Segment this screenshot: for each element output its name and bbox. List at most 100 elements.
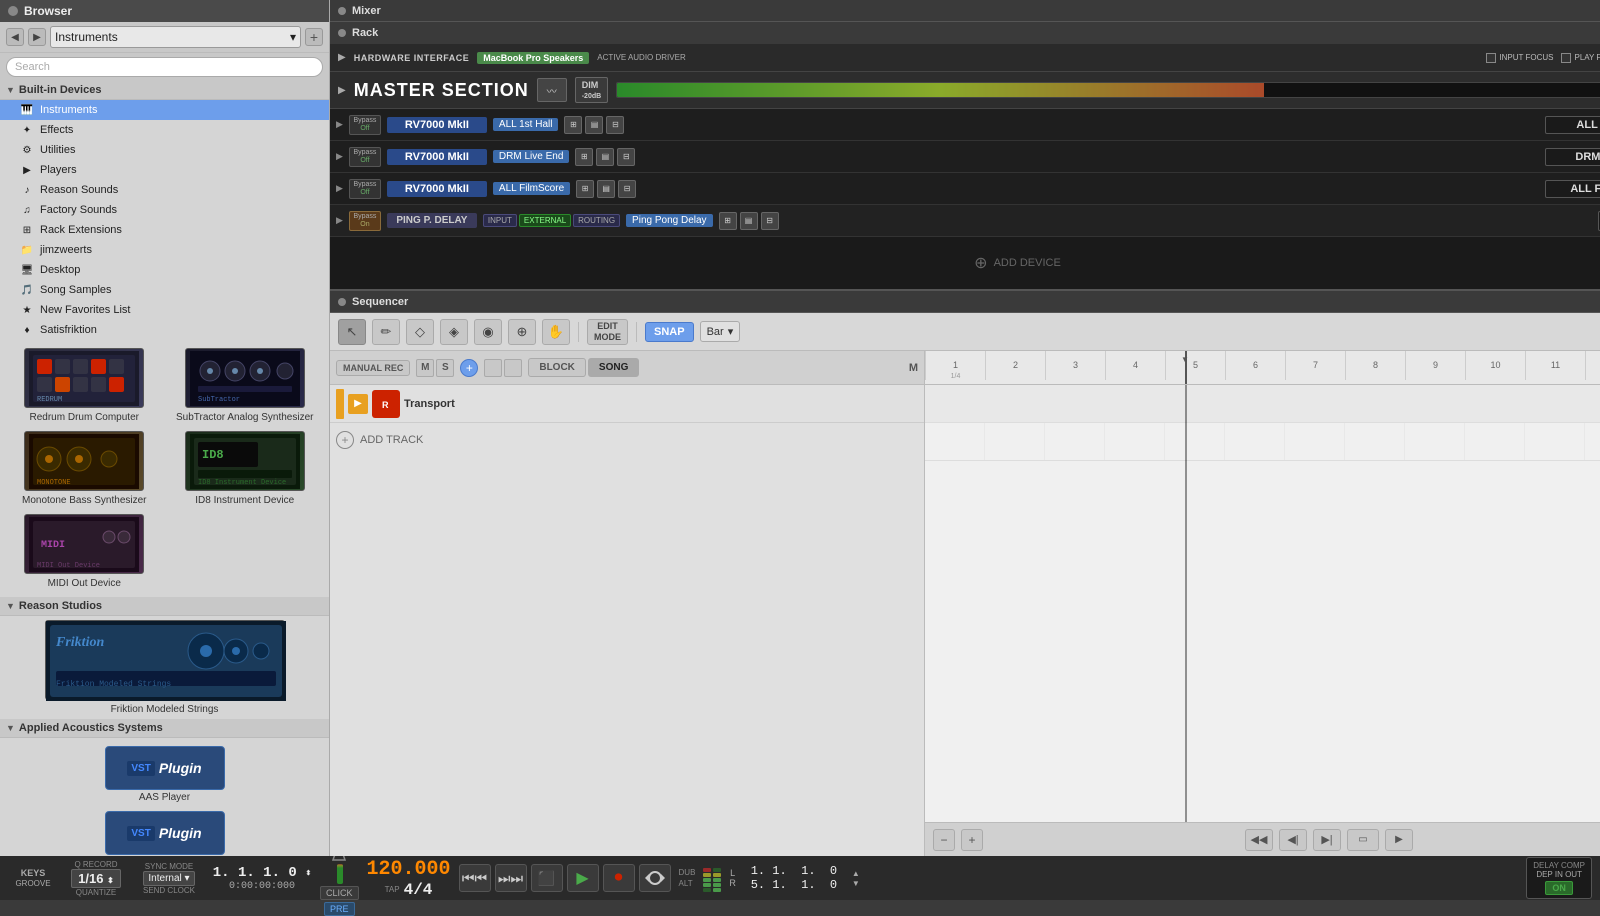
bypass-button-rv7000-3[interactable]: Bypass Off [349, 179, 381, 199]
browser-category-dropdown[interactable]: Instruments ▾ [50, 26, 301, 48]
add-track-row[interactable]: + ADD TRACK [330, 423, 924, 457]
sidebar-item-utilities[interactable]: ⚙ Utilities [0, 140, 329, 160]
device-card-id8[interactable]: ID8 ID8 Instrument Device ID8 Instrument… [169, 431, 322, 506]
tool-pencil[interactable]: ✏ [372, 319, 400, 345]
input-focus-checkbox[interactable] [1486, 53, 1496, 63]
bypass-button-rv7000-2[interactable]: Bypass Off [349, 147, 381, 167]
ctrl-btn-12[interactable]: ⊟ [761, 212, 779, 230]
device-card-redrum[interactable]: REDRUM Redrum Drum Computer [8, 348, 161, 423]
routing-button[interactable]: ROUTING [573, 214, 620, 227]
bypass-button-rv7000-1[interactable]: Bypass Off [349, 115, 381, 135]
timeline-cell[interactable] [1585, 385, 1600, 422]
manual-rec-button[interactable]: MANUAL REC [336, 360, 410, 376]
timeline-cell[interactable] [1405, 423, 1465, 460]
fast-forward-button[interactable]: ⏭⏭ [495, 864, 527, 892]
effect-expand-arrow[interactable]: ▶ [336, 151, 343, 162]
timeline-cell[interactable] [1285, 423, 1345, 460]
ctrl-btn-2[interactable]: ▤ [585, 116, 603, 134]
external-button[interactable]: EXTERNAL [519, 214, 571, 227]
timeline-cell[interactable] [1225, 423, 1285, 460]
timeline-cell[interactable] [1165, 423, 1225, 460]
vst-aas-player-card[interactable]: VST Plugin AAS Player [8, 746, 321, 803]
section-built-in-devices[interactable]: ▼ Built-in Devices [0, 81, 329, 100]
table-row[interactable]: ▶ R Transport [330, 385, 924, 423]
dim-button[interactable]: DIM-20dB [575, 77, 608, 103]
effect-expand-arrow[interactable]: ▶ [336, 215, 343, 226]
stop-button[interactable]: ⬛ [531, 864, 563, 892]
sidebar-item-rack-extensions[interactable]: ⊞ Rack Extensions [0, 220, 329, 240]
timeline-cell[interactable] [1045, 385, 1105, 422]
play-focus-checkbox[interactable] [1561, 53, 1571, 63]
master-icon-waveform[interactable]: 〰 [537, 78, 567, 102]
timeline-cell[interactable] [985, 385, 1045, 422]
loop-button[interactable] [639, 864, 671, 892]
timeline-cell[interactable] [1225, 385, 1285, 422]
rewind-button[interactable]: ⏮⏮ [459, 864, 491, 892]
bypass-button-ping-pong[interactable]: Bypass On [349, 211, 381, 231]
timeline-cell[interactable] [1345, 423, 1405, 460]
ctrl-btn-4[interactable]: ⊞ [575, 148, 593, 166]
timeline-cell[interactable] [1165, 385, 1225, 422]
timeline-cell[interactable] [1405, 385, 1465, 422]
ctrl-btn-8[interactable]: ▤ [597, 180, 615, 198]
timeline-cell[interactable] [1045, 423, 1105, 460]
browser-add-button[interactable]: + [305, 28, 323, 46]
prev-bar-button[interactable]: ◀| [1279, 829, 1307, 851]
click-button[interactable]: CLICK [320, 886, 359, 900]
timeline-cell[interactable] [1465, 423, 1525, 460]
effect-expand-arrow[interactable]: ▶ [336, 119, 343, 130]
ctrl-btn-3[interactable]: ⊟ [606, 116, 624, 134]
timeline-cell[interactable] [1105, 385, 1165, 422]
browser-forward-button[interactable]: ▶ [28, 28, 46, 46]
s-button[interactable]: S [436, 359, 454, 377]
sidebar-item-new-favorites[interactable]: ★ New Favorites List [0, 300, 329, 320]
input-button[interactable]: INPUT [483, 214, 517, 227]
sync-mode-dropdown[interactable]: Internal ▾ [143, 871, 194, 886]
vst-chromaphone-card[interactable]: VST Plugin Chromaphone 2 [8, 811, 321, 856]
ctrl-btn-11[interactable]: ▤ [740, 212, 758, 230]
timeline-cell[interactable] [1105, 423, 1165, 460]
delay-on-button[interactable]: ON [1545, 881, 1573, 895]
block-tab[interactable]: BLOCK [528, 358, 586, 377]
device-card-monotone[interactable]: MONOTONE Monotone Bass Synthesizer [8, 431, 161, 506]
device-card-subtractor[interactable]: SubTractor SubTractor Analog Synthesizer [169, 348, 322, 423]
ctrl-btn-9[interactable]: ⊟ [618, 180, 636, 198]
friktion-device-card[interactable]: Friktion Friktion Modeled Strings Frikti… [8, 620, 321, 715]
track-grid-button[interactable] [504, 359, 522, 377]
ctrl-btn-10[interactable]: ⊞ [719, 212, 737, 230]
device-card-midi[interactable]: MIDI MIDI Out Device MIDI Out Device [8, 514, 161, 589]
loop-region-button[interactable]: ▭ [1347, 829, 1379, 851]
next-bar-button[interactable]: ▶| [1313, 829, 1341, 851]
pre-button[interactable]: PRE [324, 902, 355, 916]
effect-expand-arrow[interactable]: ▶ [336, 183, 343, 194]
browser-back-button[interactable]: ◀ [6, 28, 24, 46]
track-add-button[interactable]: + [460, 359, 478, 377]
tool-razor[interactable]: ◈ [440, 319, 468, 345]
sidebar-item-jimzweerts[interactable]: 📁 jimzweerts [0, 240, 329, 260]
add-device-row[interactable]: ⊕ ADD DEVICE [330, 237, 1600, 289]
timeline-cell[interactable] [925, 423, 985, 460]
sidebar-item-effects[interactable]: ✦ Effects [0, 120, 329, 140]
timeline-cell[interactable] [1585, 423, 1600, 460]
track-group-button[interactable] [484, 359, 502, 377]
timeline-cell[interactable] [1345, 385, 1405, 422]
sidebar-item-satisfriktion[interactable]: ♦ Satisfriktion [0, 320, 329, 340]
rewind-to-start-button[interactable]: ◀◀ [1245, 829, 1273, 851]
ctrl-btn-1[interactable]: ⊞ [564, 116, 582, 134]
sidebar-item-song-samples[interactable]: 🎵 Song Samples [0, 280, 329, 300]
timeline-cell[interactable] [1525, 385, 1585, 422]
timeline-cell[interactable] [985, 423, 1045, 460]
bpm-value[interactable]: 120.000 [367, 858, 451, 881]
zoom-out-button[interactable]: − [933, 829, 955, 851]
tool-select[interactable]: ↖ [338, 319, 366, 345]
tool-hand[interactable]: ✋ [542, 319, 570, 345]
m-button[interactable]: M [416, 359, 434, 377]
sidebar-item-instruments[interactable]: 🎹 Instruments [0, 100, 329, 120]
bar-select-dropdown[interactable]: Bar ▾ [700, 321, 741, 342]
timeline-cell[interactable] [925, 385, 985, 422]
timeline-cell[interactable] [1285, 385, 1345, 422]
sidebar-item-players[interactable]: ▶ Players [0, 160, 329, 180]
sidebar-item-reason-sounds[interactable]: ♪ Reason Sounds [0, 180, 329, 200]
sidebar-item-factory-sounds[interactable]: ♫ Factory Sounds [0, 200, 329, 220]
punch-in-button[interactable]: ▶ [1385, 829, 1413, 851]
